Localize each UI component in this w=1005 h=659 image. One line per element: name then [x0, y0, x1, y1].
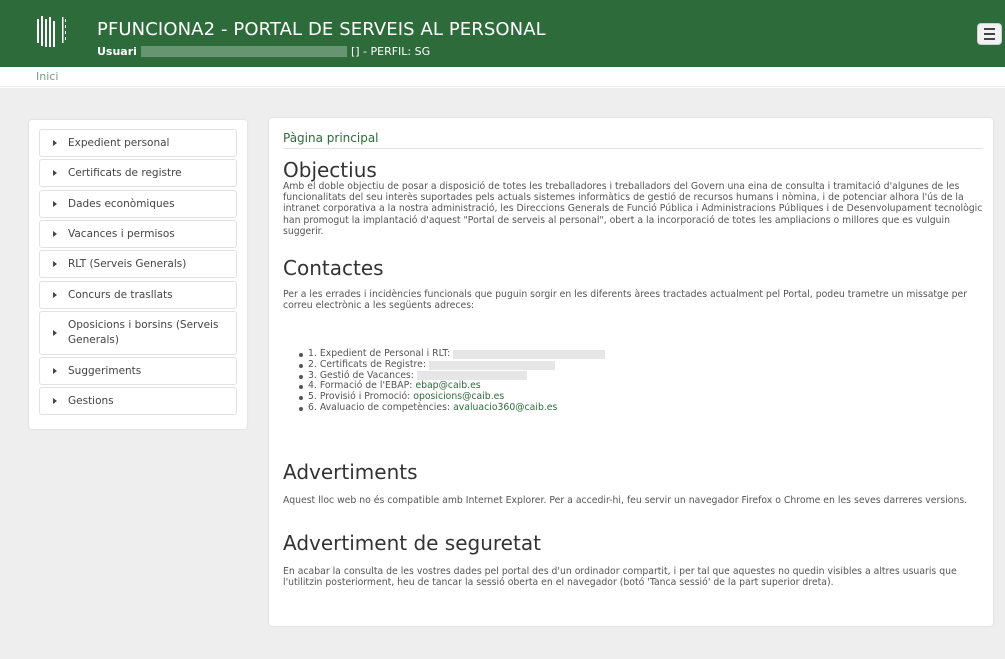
seguretat-text: En acabar la consulta de les vostres dad… — [283, 566, 957, 589]
caret-right-icon — [53, 330, 57, 336]
top-header: PFUNCIONA2 - PORTAL DE SERVEIS AL PERSON… — [0, 0, 1005, 67]
sidebar-item-label: Certificats de registre — [68, 166, 182, 179]
sidebar-item-label: Expedient personal — [68, 136, 170, 149]
sidebar-item-gestions[interactable]: Gestions — [39, 387, 237, 415]
redacted-email — [416, 371, 527, 381]
user-label: Usuari — [97, 45, 137, 58]
objectius-text: Amb el doble objectiu de posar a disposi… — [283, 181, 983, 237]
breadcrumb-home-link[interactable]: Inici — [36, 70, 58, 83]
sidebar-item-label: Vacances i permisos — [68, 227, 175, 240]
advertiments-text: Aquest lloc web no és compatible amb Int… — [283, 495, 968, 506]
redacted-email — [453, 349, 606, 359]
contact-list: 1. Expedient de Personal i RLT: 2. Certi… — [299, 348, 606, 414]
caret-right-icon — [53, 170, 57, 176]
app-title: PFUNCIONA2 - PORTAL DE SERVEIS AL PERSON… — [97, 19, 546, 40]
sidebar-item-label: Gestions — [68, 394, 114, 407]
sidebar-item-expedient-personal[interactable]: Expedient personal — [39, 129, 237, 157]
caret-right-icon — [53, 201, 57, 207]
sidebar-item-suggeriments[interactable]: Suggeriments — [39, 357, 237, 385]
sidebar-item-certificats[interactable]: Certificats de registre — [39, 159, 237, 187]
breadcrumb-bar: Inici — [0, 67, 1005, 87]
sidebar-item-label: RLT (Serveis Generals) — [68, 257, 187, 270]
hamburger-icon — [984, 28, 995, 30]
caret-right-icon — [53, 231, 57, 237]
redacted-email — [428, 360, 555, 370]
objectius-heading: Objectius — [283, 158, 377, 182]
sidebar-item-label: Concurs de trasllats — [68, 288, 173, 301]
caret-right-icon — [53, 140, 57, 146]
advertiments-heading: Advertiments — [283, 460, 418, 484]
sidebar-item-concurs-trasllats[interactable]: Concurs de trasllats — [39, 281, 237, 309]
sidebar-item-vacances[interactable]: Vacances i permisos — [39, 220, 237, 248]
seguretat-heading: Advertiment de seguretat — [283, 531, 541, 555]
caret-right-icon — [53, 261, 57, 267]
caib-logo-icon[interactable] — [36, 15, 76, 51]
profile-text: [] - PERFIL: SG — [350, 45, 431, 58]
panel-title: Pàgina principal — [283, 131, 379, 145]
sidebar-menu: Expedient personal Certificats de regist… — [29, 120, 247, 429]
divider — [283, 148, 983, 149]
sidebar-item-label: Dades econòmiques — [68, 197, 175, 210]
sidebar-item-label: Suggeriments — [68, 364, 142, 377]
hamburger-menu-button[interactable] — [977, 23, 1002, 45]
caret-right-icon — [53, 292, 57, 298]
sidebar-item-label: Oposicions i borsins (Serveis Generals) — [68, 319, 219, 346]
sidebar-item-dades-economiques[interactable]: Dades econòmiques — [39, 190, 237, 218]
sidebar-item-rlt[interactable]: RLT (Serveis Generals) — [39, 250, 237, 278]
contact-label: 2. Certificats de Registre: — [308, 358, 426, 370]
contact-label: 6. Avaluacio de competències: — [308, 401, 451, 413]
user-info: Usuari [] - PERFIL: SG — [97, 45, 430, 58]
email-link-avaluacio[interactable]: avaluacio360@caib.es — [453, 402, 557, 414]
caret-right-icon — [53, 398, 57, 404]
contactes-text: Per a les errades i incidències funciona… — [283, 289, 968, 312]
caret-right-icon — [53, 368, 57, 374]
list-item: 2. Certificats de Registre: — [299, 358, 605, 371]
main-panel: Pàgina principal Objectius Amb el doble … — [269, 118, 993, 626]
redacted-username — [140, 46, 347, 57]
list-item: 6. Avaluacio de competències: avaluacio3… — [299, 401, 605, 414]
sidebar-item-oposicions[interactable]: Oposicions i borsins (Serveis Generals) — [39, 311, 237, 355]
contactes-heading: Contactes — [283, 256, 384, 280]
